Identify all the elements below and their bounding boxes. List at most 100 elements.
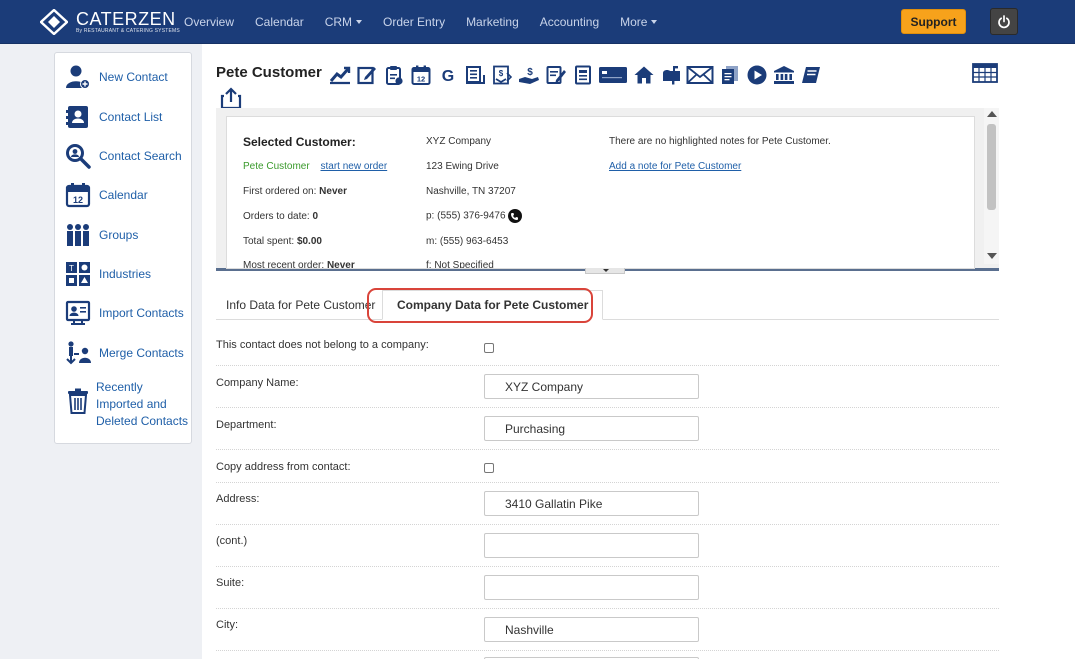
sidebar-item-contact-search[interactable]: Contact Search: [64, 142, 182, 170]
department-input[interactable]: [484, 416, 699, 441]
form-row-no-company: This contact does not belong to a compan…: [216, 330, 999, 366]
total-spent-value: $0.00: [296, 236, 322, 247]
tab-info-data[interactable]: Info Data for Pete Customer: [226, 290, 375, 320]
envelope-icon[interactable]: [684, 64, 716, 86]
main-nav: Overview Calendar CRM Order Entry Market…: [184, 0, 678, 44]
add-note-link[interactable]: Add a note for Pete Customer: [609, 161, 741, 172]
copy-address-checkbox[interactable]: [484, 463, 494, 473]
calendar-icon: 12: [64, 181, 92, 209]
company-name-label: Company Name:: [216, 377, 299, 389]
address-cont-input[interactable]: [484, 533, 699, 558]
no-company-checkbox[interactable]: [484, 343, 494, 353]
highlighted-notes-text: There are no highlighted notes for Pete …: [609, 136, 831, 147]
form-row-address-cont: (cont.): [216, 525, 999, 567]
nav-crm[interactable]: CRM: [325, 15, 363, 29]
panel-collapse-toggle[interactable]: [585, 268, 625, 274]
company-name-input[interactable]: [484, 374, 699, 399]
bank-icon[interactable]: [770, 64, 797, 86]
sidebar-item-label: Recently Imported and Deleted Contacts: [96, 380, 189, 428]
info-panel-scrollbar[interactable]: [984, 108, 999, 264]
trend-chart-icon[interactable]: [326, 64, 353, 86]
customer-phone: p: (555) 376-9476: [426, 210, 506, 222]
address-input[interactable]: [484, 491, 699, 516]
sidebar-item-contact-list[interactable]: Contact List: [64, 103, 162, 131]
clipboard-icon[interactable]: [380, 64, 407, 86]
address-cont-label: (cont.): [216, 535, 248, 547]
sidebar-item-label: Industries: [99, 266, 152, 281]
customer-address-line2: Nashville, TN 37207: [426, 186, 516, 197]
nav-accounting[interactable]: Accounting: [540, 15, 599, 29]
orders-to-date-label: Orders to date:: [243, 211, 310, 222]
power-button[interactable]: [990, 8, 1018, 35]
nav-label: Order Entry: [383, 15, 446, 29]
total-spent-label: Total spent:: [243, 236, 295, 247]
customer-company: XYZ Company: [426, 136, 492, 147]
home-icon[interactable]: [630, 64, 657, 86]
form-row-department: Department:: [216, 408, 999, 450]
suite-input[interactable]: [484, 575, 699, 600]
sidebar-item-recently-imported[interactable]: Recently Imported and Deleted Contacts: [64, 379, 191, 430]
ledger-icon[interactable]: [461, 64, 488, 86]
sidebar-item-merge-contacts[interactable]: Merge Contacts: [64, 339, 184, 367]
sidebar-item-label: New Contact: [99, 69, 168, 84]
play-icon[interactable]: [743, 64, 770, 86]
nav-calendar[interactable]: Calendar: [255, 15, 304, 29]
customer-tabs: Info Data for Pete Customer Company Data…: [216, 290, 999, 320]
form-row-company-name: Company Name:: [216, 366, 999, 408]
scroll-down-arrow-icon[interactable]: [987, 253, 997, 259]
sidebar-item-new-contact[interactable]: New Contact: [64, 63, 168, 91]
tab-company-data[interactable]: Company Data for Pete Customer: [382, 290, 604, 320]
form-row-next-partial: [216, 651, 999, 659]
recent-order-label: Most recent order:: [243, 260, 325, 269]
city-input[interactable]: [484, 617, 699, 642]
money-doc-icon[interactable]: $: [488, 64, 515, 86]
form-edit-icon[interactable]: [542, 64, 569, 86]
sidebar-item-label: Contact Search: [99, 148, 182, 163]
phone-icon[interactable]: [507, 209, 522, 223]
chevron-down-icon: [651, 20, 658, 24]
sidebar-item-groups[interactable]: Groups: [64, 221, 138, 249]
nav-more[interactable]: More: [620, 15, 658, 29]
calendar-12-icon[interactable]: 12: [407, 64, 434, 86]
mailbox-icon[interactable]: [657, 64, 684, 86]
document-icon[interactable]: [569, 64, 596, 86]
customer-summary-card: Selected Customer: Pete Customer start n…: [226, 116, 975, 269]
svg-text:G: G: [441, 68, 453, 85]
main-content: Pete Customer 12 G $ $ Selected Customer…: [202, 44, 1075, 659]
contact-list-icon: [64, 103, 92, 131]
sidebar-item-calendar[interactable]: 12 Calendar: [64, 181, 148, 209]
customer-name-link[interactable]: Pete Customer: [243, 161, 310, 172]
credit-card-icon[interactable]: [596, 64, 630, 86]
groups-icon: [64, 221, 92, 249]
nav-label: Calendar: [255, 15, 304, 29]
caterzen-logo[interactable]: CATERZEN By RESTAURANT & CATERING SYSTEM…: [40, 9, 180, 35]
orders-to-date-value: 0: [312, 211, 319, 222]
nav-label: More: [620, 15, 648, 29]
sidebar-item-import-contacts[interactable]: Import Contacts: [64, 299, 184, 327]
search-icon: [64, 142, 92, 170]
sidebar-item-label: Contact List: [99, 109, 163, 124]
nav-label: Overview: [184, 15, 235, 29]
support-button[interactable]: Support: [901, 9, 966, 34]
svg-text:$: $: [498, 69, 503, 78]
form-row-address: Address:: [216, 483, 999, 525]
logo-tagline: By RESTAURANT & CATERING SYSTEMS: [76, 28, 180, 34]
pages-icon[interactable]: [716, 64, 743, 86]
nav-marketing[interactable]: Marketing: [466, 15, 519, 29]
payment-hand-icon[interactable]: $: [515, 64, 542, 86]
svg-text:12: 12: [416, 75, 424, 84]
first-ordered-value: Never: [319, 186, 347, 197]
nav-order-entry[interactable]: Order Entry: [383, 15, 445, 29]
edit-note-icon[interactable]: [353, 64, 380, 86]
customer-address-line1: 123 Ewing Drive: [426, 161, 499, 172]
scroll-thumb[interactable]: [987, 124, 996, 210]
nav-label: Marketing: [466, 15, 519, 29]
sidebar-item-industries[interactable]: T Industries: [64, 260, 151, 288]
scroll-up-arrow-icon[interactable]: [987, 111, 997, 117]
start-new-order-link[interactable]: start new order: [320, 161, 387, 172]
form-row-copy-address: Copy address from contact:: [216, 450, 999, 483]
nav-overview[interactable]: Overview: [184, 15, 234, 29]
book-icon[interactable]: [797, 64, 824, 86]
google-icon[interactable]: G: [434, 64, 461, 86]
grid-view-icon[interactable]: [972, 63, 998, 86]
